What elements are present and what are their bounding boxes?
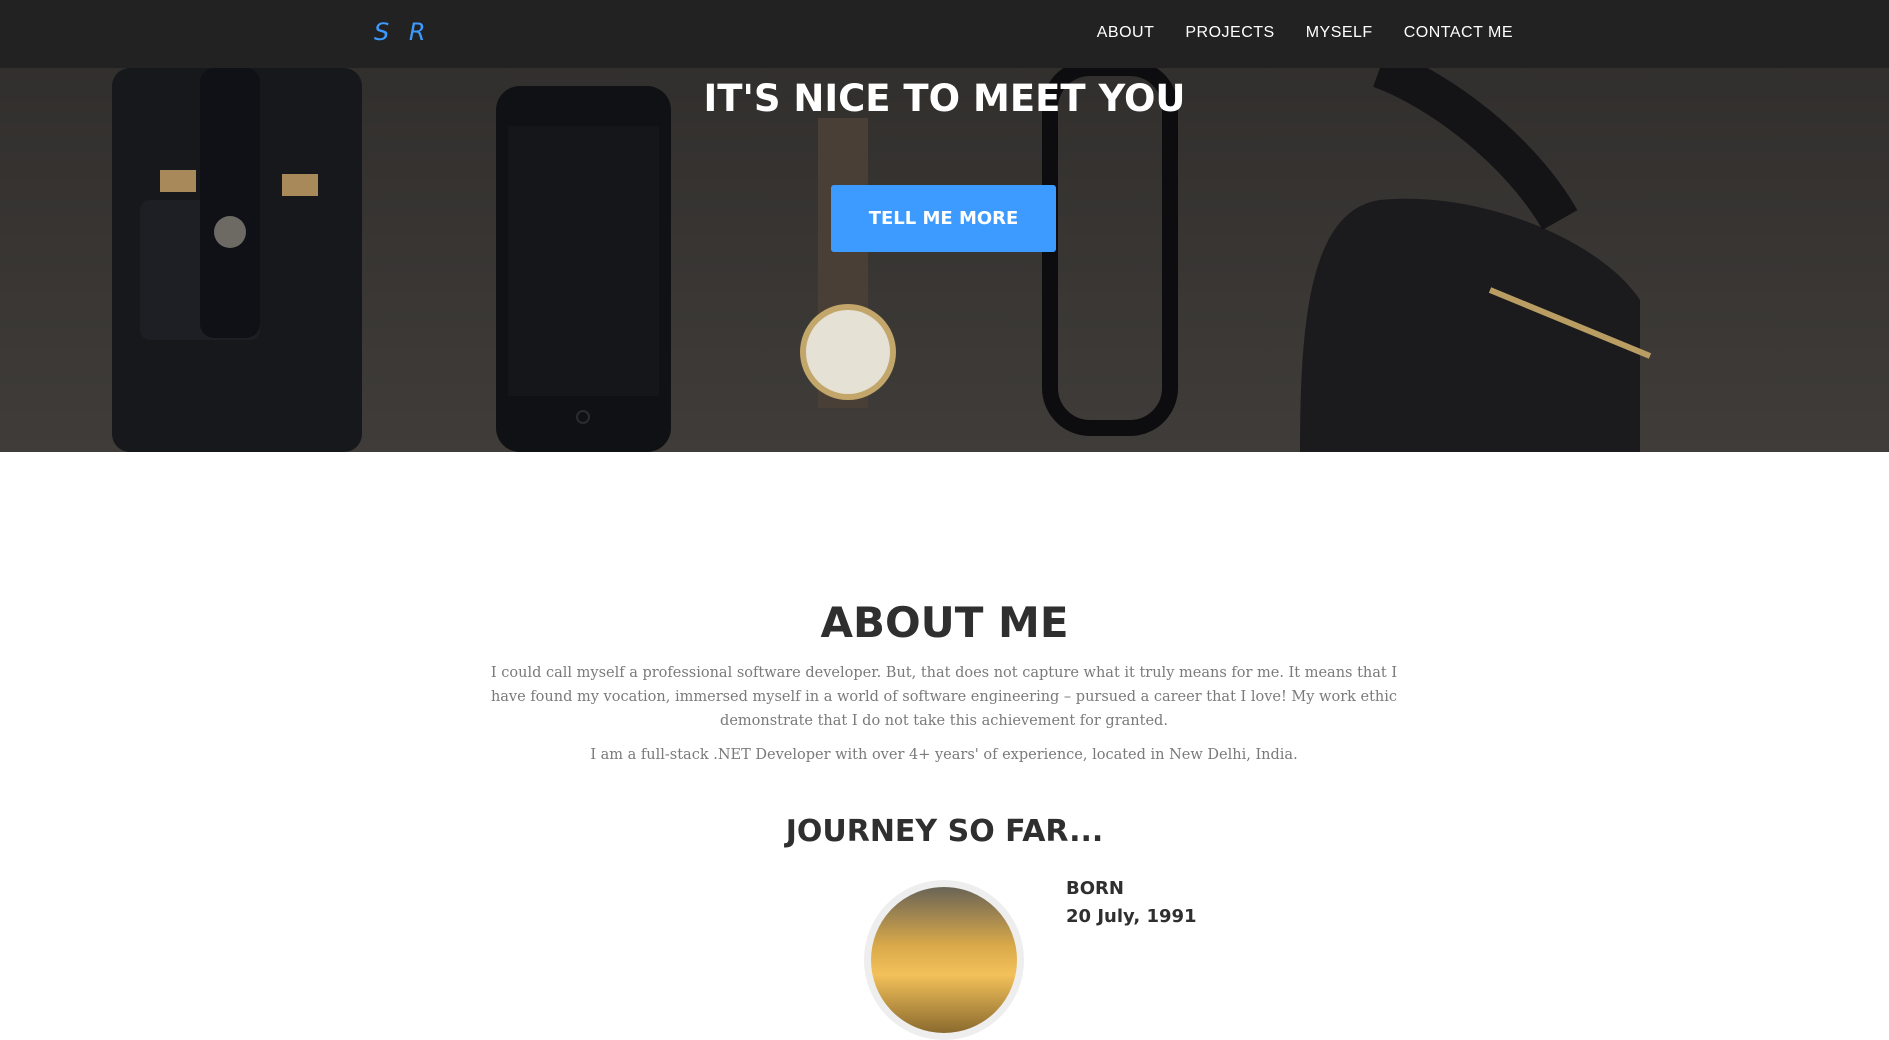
top-navbar: S R ABOUT PROJECTS MYSELF CONTACT ME [0,0,1889,68]
nav-link-myself[interactable]: MYSELF [1306,24,1373,42]
timeline-item-date: 20 July, 1991 [1066,906,1197,927]
timeline-image [864,880,1024,1040]
nav-link-about[interactable]: ABOUT [1097,24,1155,42]
timeline-item-title: BORN [1066,878,1124,899]
journey-title: JOURNEY SO FAR... [785,814,1104,849]
nav-links: ABOUT PROJECTS MYSELF CONTACT ME [1097,24,1513,42]
brand-logo[interactable]: S R [374,18,432,46]
nav-link-projects[interactable]: PROJECTS [1185,24,1274,42]
nav-link-contact-me[interactable]: CONTACT ME [1404,24,1513,42]
about-title: ABOUT ME [820,598,1069,647]
tell-me-more-button[interactable]: TELL ME MORE [831,185,1056,252]
about-paragraph: I am a full-stack .NET Developer with ov… [590,747,1298,763]
about-paragraph: I could call myself a professional softw… [490,665,1398,729]
hero-heading: IT'S NICE TO MEET YOU [703,77,1186,120]
